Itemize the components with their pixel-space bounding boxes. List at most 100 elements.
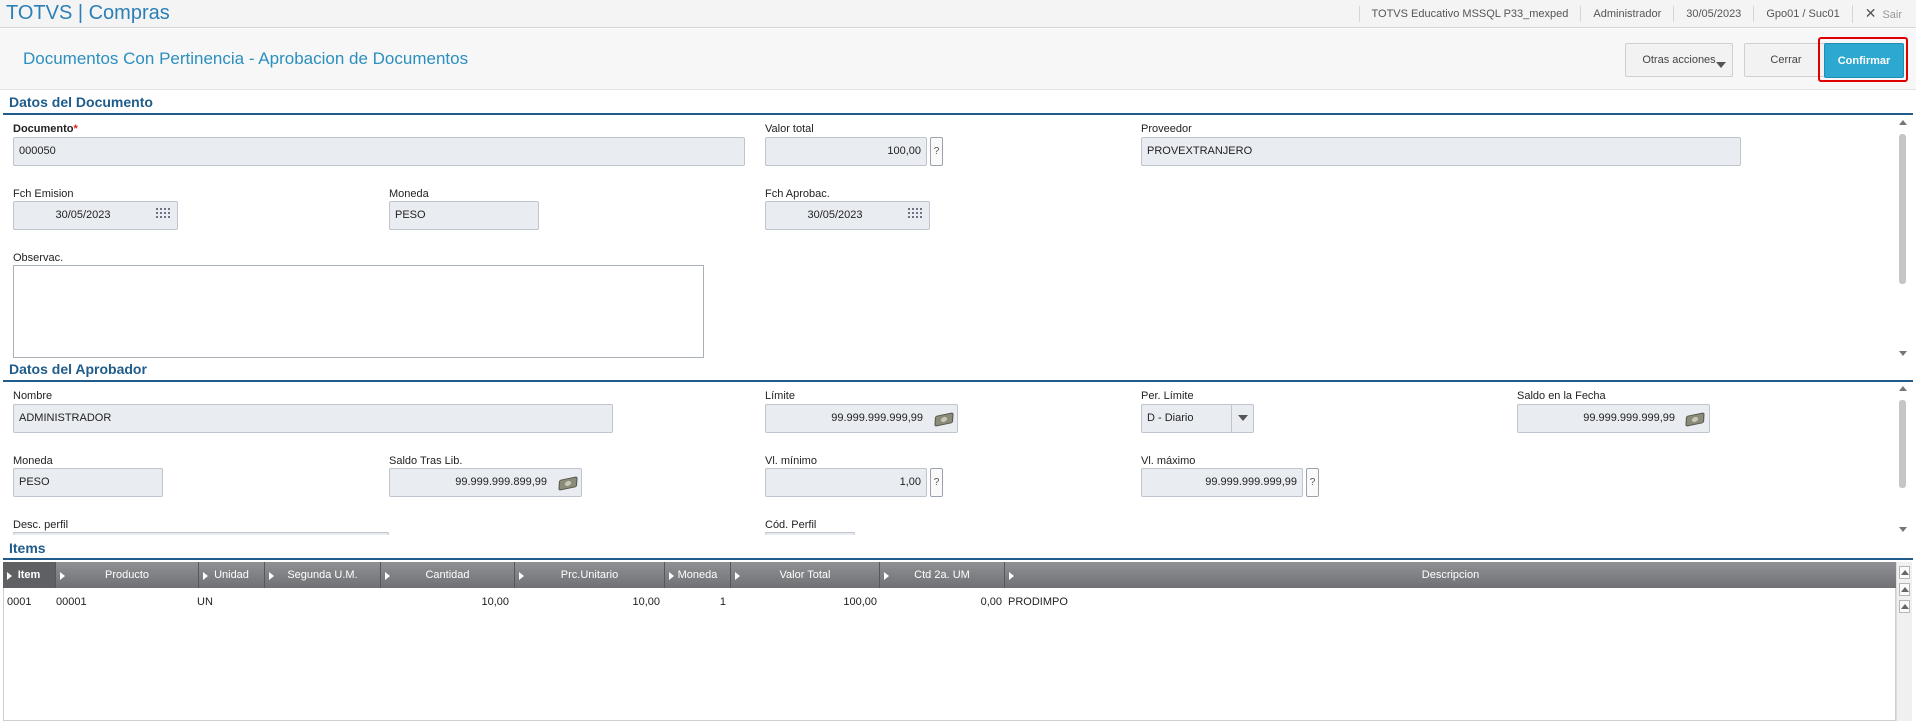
section-title-items: Items — [9, 540, 46, 556]
cod-perfil-field[interactable] — [765, 532, 855, 535]
column-header-label: Segunda U.M. — [287, 569, 358, 581]
scroll-thumb[interactable] — [1899, 134, 1906, 284]
page-title: Documentos Con Pertinencia - Aprobacion … — [23, 49, 469, 68]
column-header-moneda[interactable]: Moneda — [665, 562, 731, 588]
column-header-ctd-2a-um[interactable]: Ctd 2a. UM — [880, 562, 1005, 588]
column-header-label: Cantidad — [425, 569, 470, 581]
column-header-label: Descripcion — [1421, 569, 1480, 581]
sort-icon — [385, 572, 390, 580]
page-header: Documentos Con Pertinencia - Aprobacion … — [0, 29, 1916, 90]
help-button[interactable]: ? — [930, 137, 943, 166]
scroll-down-icon[interactable] — [1899, 351, 1907, 356]
section-divider — [3, 558, 1913, 560]
column-header-descripcion[interactable]: Descripcion — [1005, 562, 1896, 588]
items-grid-header: Item Producto Unidad Segunda U.M. Cantid… — [3, 562, 1896, 588]
sort-icon — [7, 572, 12, 580]
saldo-tras-field[interactable]: 99.999.999.899,99 — [389, 468, 582, 497]
cell-item: 0001 — [7, 596, 32, 608]
scroll-page-up-icon[interactable] — [1899, 600, 1910, 613]
moneda-aprobador-label: Moneda — [13, 455, 53, 467]
user-label[interactable]: Administrador — [1580, 6, 1673, 22]
column-header-producto[interactable]: Producto — [56, 562, 199, 588]
valor-total-field[interactable]: 100,00 — [765, 137, 927, 166]
nombre-field[interactable]: ADMINISTRADOR — [13, 404, 613, 433]
sort-icon — [669, 572, 674, 580]
items-scrollbar[interactable] — [1896, 562, 1912, 721]
column-header-label: Valor Total — [779, 569, 831, 581]
valor-total-label: Valor total — [765, 123, 814, 135]
limite-label: Límite — [765, 390, 795, 402]
sort-icon — [269, 572, 274, 580]
saldo-tras-label: Saldo Tras Lib. — [389, 455, 463, 467]
fch-emision-field[interactable]: 30/05/2023 — [13, 201, 178, 230]
sort-icon — [735, 572, 740, 580]
column-header-prc-unitario[interactable]: Prc.Unitario — [515, 562, 665, 588]
column-header-segunda-um[interactable]: Segunda U.M. — [265, 562, 381, 588]
cerrar-button[interactable]: Cerrar — [1744, 43, 1828, 77]
column-header-label: Item — [17, 569, 41, 581]
sort-icon — [60, 572, 65, 580]
vl-maximo-field[interactable]: 99.999.999.999,99 — [1141, 468, 1303, 497]
calendar-icon[interactable] — [908, 208, 924, 222]
fch-emision-label: Fch Emision — [13, 188, 74, 200]
otras-acciones-button[interactable]: Otras acciones — [1625, 43, 1733, 77]
scroll-up-icon[interactable] — [1899, 583, 1910, 596]
section-title-documento: Datos del Documento — [9, 94, 153, 110]
section-divider — [3, 380, 1913, 382]
scroll-thumb[interactable] — [1899, 400, 1906, 488]
help-button[interactable]: ? — [930, 468, 943, 497]
cell-prc-unitario: 10,00 — [632, 596, 660, 608]
otras-acciones-label: Otras acciones — [1642, 54, 1716, 66]
sort-icon — [519, 572, 524, 580]
sort-icon — [1009, 572, 1014, 580]
scroll-down-icon[interactable] — [1899, 527, 1907, 532]
scroll-up-icon[interactable] — [1899, 386, 1907, 391]
moneda-label: Moneda — [389, 188, 429, 200]
column-header-unidad[interactable]: Unidad — [199, 562, 265, 588]
column-header-cantidad[interactable]: Cantidad — [381, 562, 515, 588]
proveedor-label: Proveedor — [1141, 123, 1192, 135]
cell-ctd-2a-um: 0,00 — [980, 596, 1002, 608]
desc-perfil-field[interactable] — [13, 532, 389, 535]
help-button[interactable]: ? — [1306, 468, 1319, 497]
scroll-top-icon[interactable] — [1899, 566, 1910, 579]
sort-icon — [884, 572, 889, 580]
vl-minimo-field[interactable]: 1,00 — [765, 468, 927, 497]
documento-field[interactable]: 000050 — [13, 137, 745, 166]
limite-field[interactable]: 99.999.999.999,99 — [765, 404, 958, 433]
exit-button[interactable]: ✕ Sair — [1851, 5, 1916, 23]
close-icon: ✕ — [1864, 5, 1877, 21]
top-bar: TOTVS | Compras TOTVS Educativo MSSQL P3… — [0, 0, 1916, 28]
vl-minimo-label: Vl. mínimo — [765, 455, 817, 467]
proveedor-field[interactable]: PROVEXTRANJERO — [1141, 137, 1741, 166]
cell-descripcion: PRODIMPO — [1008, 596, 1068, 608]
sort-icon — [203, 572, 208, 580]
desc-perfil-label: Desc. perfil — [13, 519, 69, 531]
documento-scrollbar[interactable] — [1897, 118, 1908, 358]
date-label[interactable]: 30/05/2023 — [1673, 6, 1753, 22]
moneda-aprobador-field[interactable]: PESO — [13, 468, 163, 497]
fch-aprobac-field[interactable]: 30/05/2023 — [765, 201, 930, 230]
column-header-label: Moneda — [677, 569, 718, 581]
section-divider — [3, 113, 1913, 115]
chevron-down-icon[interactable] — [1231, 404, 1253, 433]
scroll-up-icon[interactable] — [1899, 120, 1907, 125]
saldo-fecha-field[interactable]: 99.999.999.999,99 — [1517, 404, 1710, 433]
confirmar-button[interactable]: Confirmar — [1824, 43, 1904, 78]
cell-valor-total: 100,00 — [843, 596, 877, 608]
environment-label[interactable]: TOTVS Educativo MSSQL P33_mexped — [1358, 6, 1581, 22]
observac-textarea[interactable] — [13, 265, 704, 358]
moneda-field[interactable]: PESO — [389, 201, 539, 230]
chevron-down-icon — [1716, 62, 1726, 68]
required-mark: * — [73, 123, 78, 135]
branch-label[interactable]: Gpo01 / Suc01 — [1753, 6, 1851, 22]
column-header-item[interactable]: Item — [3, 562, 56, 588]
documento-label-text: Documento — [13, 123, 74, 135]
observac-label: Observac. — [13, 252, 64, 264]
aprobador-scrollbar[interactable] — [1897, 384, 1908, 534]
column-header-label: Unidad — [214, 569, 249, 581]
calendar-icon[interactable] — [156, 208, 172, 222]
app-title: TOTVS | Compras — [6, 2, 170, 24]
cell-producto: 00001 — [56, 596, 87, 608]
column-header-valor-total[interactable]: Valor Total — [731, 562, 880, 588]
